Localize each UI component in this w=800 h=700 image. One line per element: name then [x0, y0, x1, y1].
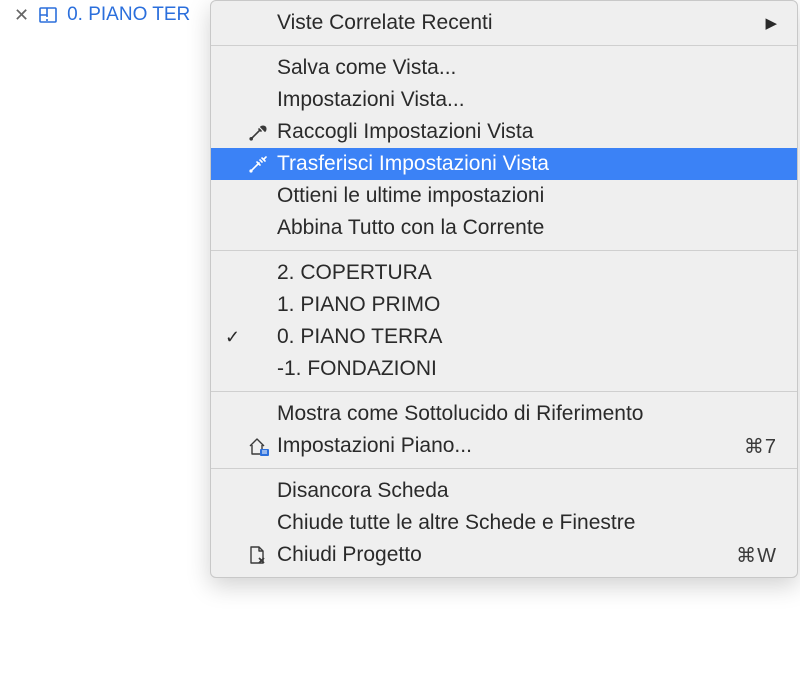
menu-separator	[211, 45, 797, 46]
tab-label[interactable]: 0. PIANO TER	[67, 4, 190, 26]
menu-shortcut: ⌘7	[744, 434, 777, 459]
context-menu: Viste Correlate Recenti ▶ Salva come Vis…	[210, 0, 798, 578]
eyedropper-icon	[247, 121, 277, 143]
menu-item-label: -1. FONDAZIONI	[277, 357, 777, 381]
menu-shortcut: ⌘W	[736, 543, 777, 568]
menu-item-label: Trasferisci Impostazioni Vista	[277, 152, 777, 176]
menu-close-other-tabs[interactable]: Chiude tutte le altre Schede e Finestre	[211, 507, 797, 539]
check-icon: ✓	[225, 327, 247, 348]
floorplan-icon	[37, 4, 59, 26]
house-settings-icon	[247, 435, 277, 457]
menu-item-label: Chiudi Progetto	[277, 543, 736, 567]
menu-show-trace-reference[interactable]: Mostra come Sottolucido di Riferimento	[211, 398, 797, 430]
menu-separator	[211, 468, 797, 469]
menu-item-label: 0. PIANO TERRA	[277, 325, 777, 349]
menu-gather-view-settings[interactable]: Raccogli Impostazioni Vista	[211, 116, 797, 148]
menu-story-item[interactable]: ✓ 0. PIANO TERRA	[211, 321, 797, 353]
menu-item-label: Abbina Tutto con la Corrente	[277, 216, 777, 240]
menu-item-label: Raccogli Impostazioni Vista	[277, 120, 777, 144]
menu-view-settings[interactable]: Impostazioni Vista...	[211, 84, 797, 116]
syringe-icon	[247, 153, 277, 175]
menu-match-all-current[interactable]: Abbina Tutto con la Corrente	[211, 212, 797, 244]
menu-get-latest-settings[interactable]: Ottieni le ultime impostazioni	[211, 180, 797, 212]
menu-story-item[interactable]: 1. PIANO PRIMO	[211, 289, 797, 321]
document-close-icon	[247, 544, 277, 566]
menu-item-label: Salva come Vista...	[277, 56, 777, 80]
menu-recent-related-views[interactable]: Viste Correlate Recenti ▶	[211, 7, 797, 39]
menu-separator	[211, 391, 797, 392]
menu-item-label: 1. PIANO PRIMO	[277, 293, 777, 317]
menu-item-label: Impostazioni Piano...	[277, 434, 744, 458]
tab-bar: ✕ 0. PIANO TER	[0, 4, 190, 26]
menu-item-label: Viste Correlate Recenti	[277, 11, 755, 35]
menu-undock-tab[interactable]: Disancora Scheda	[211, 475, 797, 507]
menu-item-label: 2. COPERTURA	[277, 261, 777, 285]
menu-item-label: Mostra come Sottolucido di Riferimento	[277, 402, 777, 426]
menu-story-settings[interactable]: Impostazioni Piano... ⌘7	[211, 430, 797, 462]
menu-item-label: Disancora Scheda	[277, 479, 777, 503]
close-icon[interactable]: ✕	[14, 5, 29, 26]
menu-item-label: Chiude tutte le altre Schede e Finestre	[277, 511, 777, 535]
menu-transfer-view-settings[interactable]: Trasferisci Impostazioni Vista	[211, 148, 797, 180]
menu-item-label: Ottieni le ultime impostazioni	[277, 184, 777, 208]
menu-save-as-view[interactable]: Salva come Vista...	[211, 52, 797, 84]
menu-item-label: Impostazioni Vista...	[277, 88, 777, 112]
menu-separator	[211, 250, 797, 251]
menu-story-item[interactable]: -1. FONDAZIONI	[211, 353, 797, 385]
submenu-arrow-icon: ▶	[755, 14, 777, 32]
menu-close-project[interactable]: Chiudi Progetto ⌘W	[211, 539, 797, 571]
menu-story-item[interactable]: 2. COPERTURA	[211, 257, 797, 289]
